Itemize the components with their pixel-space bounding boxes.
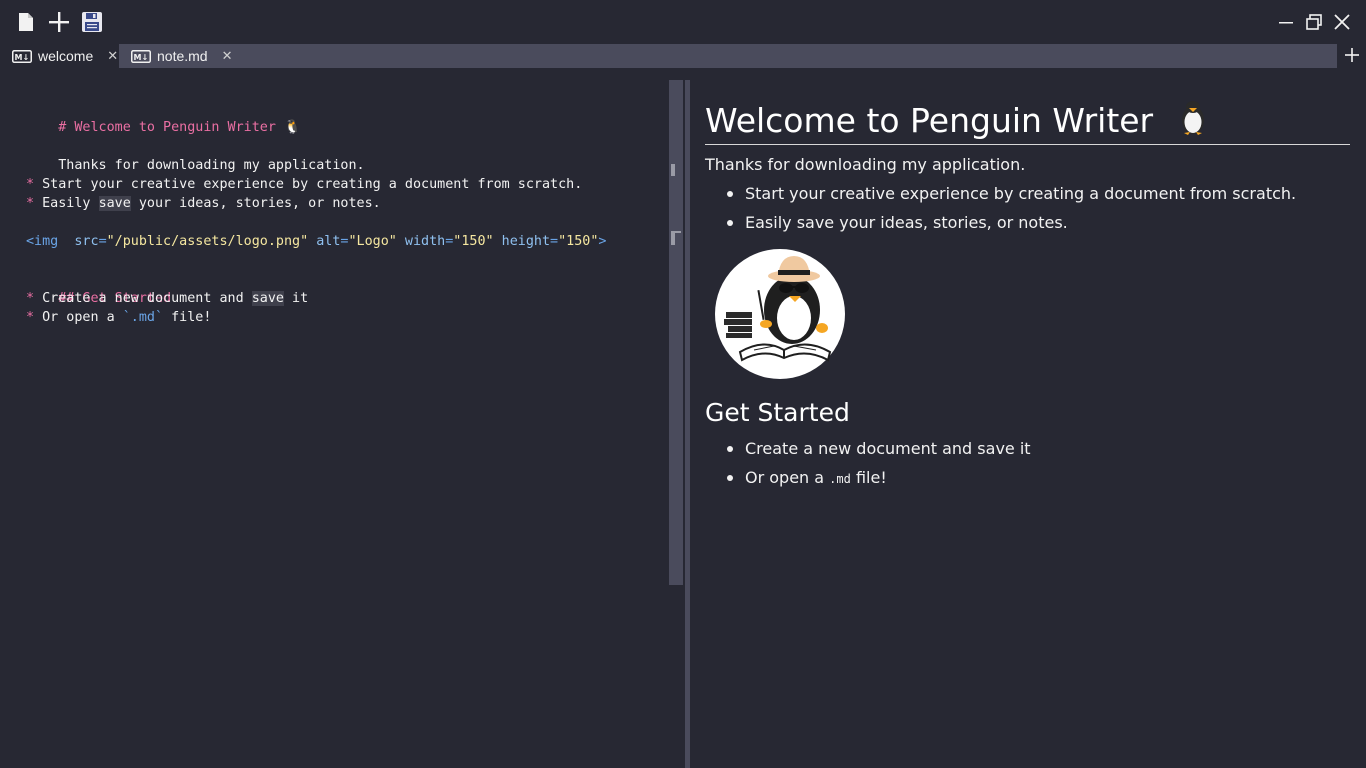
list-item: Or open a .md file! — [745, 467, 887, 490]
editor-line: * Create a new document and save it — [26, 289, 308, 308]
plus-icon — [49, 12, 69, 32]
editor-line: * Easily save your ideas, stories, or no… — [26, 194, 381, 213]
minimize-icon — [1279, 22, 1293, 24]
tab-label: welcome — [38, 48, 94, 64]
html-tag: <img — [26, 234, 59, 249]
paragraph: Thanks for downloading my application. — [705, 155, 1026, 174]
restore-icon — [1306, 14, 1322, 30]
scroll-marker — [671, 164, 675, 176]
text-markup: Easily — [42, 196, 99, 211]
heading-markup: # Welcome to Penguin Writer 🐧 — [58, 120, 301, 135]
floppy-disk-icon — [82, 12, 102, 32]
new-file-button[interactable] — [12, 8, 40, 36]
svg-text:M↓: M↓ — [15, 52, 30, 61]
editor-line: * Start your creative experience by crea… — [26, 175, 582, 194]
tab-welcome[interactable]: M↓ welcome ✕ — [0, 44, 119, 68]
list-item-text: file! — [850, 468, 887, 487]
bullet-markup: * — [26, 310, 35, 325]
html-value: "Logo" — [348, 234, 397, 249]
html-value: "/public/assets/logo.png" — [106, 234, 309, 249]
restore-button[interactable] — [1300, 8, 1328, 36]
preview-heading-2: Get Started — [705, 398, 850, 427]
list-item-text: Or open a — [745, 468, 830, 487]
penguin-icon — [1181, 101, 1204, 135]
file-icon — [19, 13, 33, 31]
bullet-markup: * — [26, 177, 35, 192]
inline-code: .md — [829, 472, 851, 486]
html-attr: src — [74, 234, 99, 249]
minimize-button[interactable] — [1272, 8, 1300, 36]
markdown-editor[interactable]: # Welcome to Penguin Writer 🐧 Thanks for… — [0, 80, 668, 768]
editor-scrollbar-thumb[interactable] — [669, 80, 683, 585]
html-eq: = — [98, 234, 107, 249]
bullet-dot — [727, 220, 733, 226]
text-markup: Thanks for downloading my application. — [58, 158, 365, 173]
html-eq: = — [550, 234, 559, 249]
plus-icon — [1345, 48, 1359, 62]
list-item: Easily save your ideas, stories, or note… — [745, 213, 1068, 232]
text-markup: file! — [163, 310, 212, 325]
tab-bar: M↓ welcome ✕ M↓ note.md ✕ — [0, 44, 1337, 68]
bullet-dot — [727, 475, 733, 481]
html-attr: height — [501, 234, 551, 249]
title-bar — [0, 0, 1366, 44]
scroll-marker — [671, 231, 681, 233]
tab-close-icon[interactable]: ✕ — [107, 48, 118, 64]
editor-line: Thanks for downloading my application. — [26, 137, 364, 173]
heading-divider — [705, 144, 1350, 145]
add-button[interactable] — [45, 8, 73, 36]
bullet-markup: * — [26, 196, 35, 211]
editor-line: <img src="/public/assets/logo.png" alt="… — [26, 232, 606, 251]
editor-line: * Or open a `.md` file! — [26, 308, 211, 327]
close-window-button[interactable] — [1328, 8, 1356, 36]
list-item: Create a new document and save it — [745, 439, 1031, 458]
editor-line: # Welcome to Penguin Writer 🐧 — [26, 99, 300, 135]
tab-label: note.md — [157, 48, 208, 64]
text-markup: your ideas, stories, or notes. — [130, 196, 381, 211]
html-tag: > — [598, 234, 607, 249]
list-item: Start your creative experience by creati… — [745, 184, 1297, 203]
html-value: "150" — [453, 234, 494, 249]
markdown-icon: M↓ — [12, 49, 32, 63]
svg-text:M↓: M↓ — [134, 52, 149, 61]
html-value: "150" — [558, 234, 599, 249]
text-markup: it — [283, 291, 309, 306]
editor-line: ## Get Started — [26, 270, 171, 306]
highlighted-word: save — [98, 196, 131, 211]
logo-image — [714, 248, 846, 380]
penguin-logo-icon — [715, 249, 845, 379]
text-markup: Or open a — [42, 310, 123, 325]
save-button[interactable] — [78, 8, 106, 36]
html-attr: alt — [316, 234, 341, 249]
bullet-dot — [727, 191, 733, 197]
highlighted-word: save — [251, 291, 284, 306]
tab-note-md[interactable]: M↓ note.md ✕ — [119, 44, 239, 68]
scroll-marker — [671, 231, 675, 245]
markdown-icon: M↓ — [131, 49, 151, 63]
bullet-markup: * — [26, 291, 35, 306]
heading-text: Welcome to Penguin Writer — [705, 101, 1154, 140]
preview-heading-1: Welcome to Penguin Writer — [705, 98, 1208, 143]
markdown-preview: Welcome to Penguin Writer Thanks for dow… — [690, 80, 1366, 768]
bullet-dot — [727, 446, 733, 452]
html-attr: width — [404, 234, 446, 249]
tab-close-icon[interactable]: ✕ — [222, 48, 233, 64]
text-markup: Create a new document and — [42, 291, 252, 306]
text-markup: Start your creative experience by creati… — [42, 177, 583, 192]
close-icon — [1334, 14, 1350, 30]
add-tab-button[interactable] — [1342, 44, 1362, 66]
inline-code-markup: `.md` — [122, 310, 164, 325]
